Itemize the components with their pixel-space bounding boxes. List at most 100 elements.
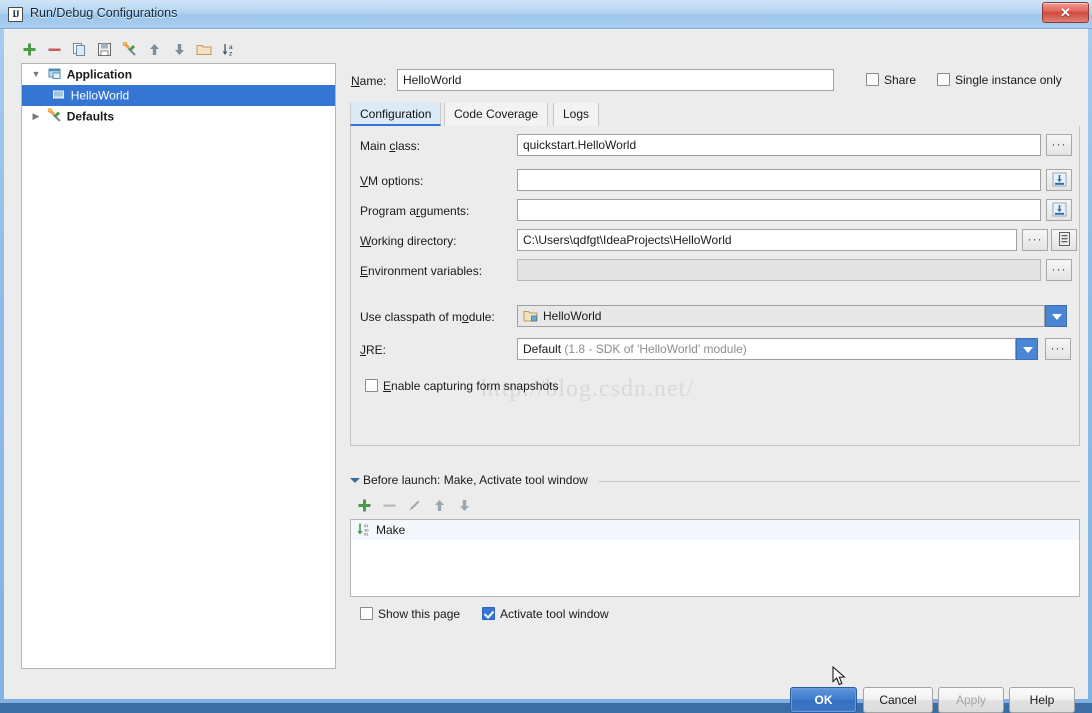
name-label: Name: xyxy=(351,74,386,88)
create-folder-button[interactable] xyxy=(193,39,215,63)
tab-label: Configuration xyxy=(360,107,431,121)
name-input[interactable] xyxy=(397,69,834,91)
form-snapshots-label: Enable capturing form snapshots xyxy=(383,379,558,393)
main-class-browse-button[interactable]: ··· xyxy=(1046,134,1072,156)
module-icon xyxy=(523,309,538,327)
classpath-module-combo[interactable]: HelloWorld xyxy=(517,305,1045,327)
environment-variables-label: Environment variables: xyxy=(360,264,482,278)
section-divider xyxy=(599,481,1080,482)
share-label: Share xyxy=(884,73,916,87)
task-move-down-button[interactable] xyxy=(452,495,476,517)
vm-options-input[interactable] xyxy=(517,169,1041,191)
move-up-button[interactable] xyxy=(143,39,165,63)
compile-make-icon: 01 10 01 xyxy=(356,523,372,543)
chevron-down-icon[interactable] xyxy=(350,478,360,483)
single-instance-label: Single instance only xyxy=(955,73,1062,87)
jre-browse-button[interactable]: ··· xyxy=(1045,338,1071,360)
classpath-module-value: HelloWorld xyxy=(543,309,601,323)
checkbox-box xyxy=(937,73,950,86)
main-class-input[interactable] xyxy=(517,134,1041,156)
configurations-tree[interactable]: ▼ Application xyxy=(21,63,336,669)
show-this-page-checkbox[interactable]: Show this page xyxy=(360,607,460,621)
working-directory-label: Working directory: xyxy=(360,234,456,248)
tab-bar: Configuration Code Coverage Logs xyxy=(350,103,1080,126)
share-checkbox[interactable]: Share xyxy=(866,73,916,87)
vm-options-label: VM options: xyxy=(360,174,423,188)
task-label: Make xyxy=(376,523,405,537)
before-launch-title: Before launch: Make, Activate tool windo… xyxy=(363,473,588,487)
before-launch-header[interactable]: Before launch: Make, Activate tool windo… xyxy=(350,473,1080,489)
form-snapshots-checkbox[interactable]: Enable capturing form snapshots xyxy=(365,379,558,393)
help-label: Help xyxy=(1010,688,1074,712)
remove-configuration-button[interactable] xyxy=(43,39,65,63)
tree-node-defaults[interactable]: ▶ Defaults xyxy=(22,106,335,127)
close-button[interactable]: ✕ xyxy=(1042,2,1089,23)
working-directory-input[interactable] xyxy=(517,229,1017,251)
chevron-down-icon[interactable]: ▼ xyxy=(28,64,44,85)
activate-tool-window-checkbox[interactable]: Activate tool window xyxy=(482,607,609,621)
tree-node-helloworld[interactable]: HelloWorld xyxy=(22,85,335,106)
single-instance-only-checkbox[interactable]: Single instance only xyxy=(937,73,1062,87)
jre-dropdown-button[interactable] xyxy=(1016,338,1038,360)
tab-logs[interactable]: Logs xyxy=(553,103,599,126)
program-arguments-label: Program arguments: xyxy=(360,204,469,218)
before-launch-task-list[interactable]: 01 10 01 Make xyxy=(350,519,1080,597)
ok-label: OK xyxy=(791,688,856,712)
jre-label: JRE: xyxy=(360,343,386,357)
checkbox-box-checked xyxy=(482,607,495,620)
before-launch-toolbar xyxy=(352,495,552,517)
program-arguments-input[interactable] xyxy=(517,199,1041,221)
task-row-make[interactable]: 01 10 01 Make xyxy=(351,520,1079,540)
dialog-button-bar: OK Cancel Apply Help xyxy=(4,655,1088,700)
tree-node-application[interactable]: ▼ Application xyxy=(22,64,335,85)
cancel-label: Cancel xyxy=(864,688,932,712)
close-icon: ✕ xyxy=(1043,3,1088,22)
vm-options-expand-button[interactable] xyxy=(1046,169,1072,191)
intellij-idea-icon: IJ xyxy=(8,7,23,22)
program-arguments-expand-button[interactable] xyxy=(1046,199,1072,221)
copy-configuration-button[interactable] xyxy=(68,39,90,63)
run-debug-configurations-window: IJ Run/Debug Configurations ✕ xyxy=(0,0,1092,703)
remove-task-button[interactable] xyxy=(377,495,401,517)
activate-tool-window-label: Activate tool window xyxy=(500,607,609,621)
configuration-tab-panel: http://blog.csdn.net/ Main class: ··· VM… xyxy=(350,126,1080,446)
dialog-client-area: a z ▼ Application xyxy=(4,29,1088,699)
window-title: Run/Debug Configurations xyxy=(30,6,177,20)
move-down-button[interactable] xyxy=(168,39,190,63)
ok-button[interactable]: OK xyxy=(790,687,857,713)
main-class-label: Main class: xyxy=(360,139,420,153)
working-directory-macro-button[interactable] xyxy=(1051,229,1077,251)
task-move-up-button[interactable] xyxy=(427,495,451,517)
tab-code-coverage[interactable]: Code Coverage xyxy=(444,103,548,126)
add-task-button[interactable] xyxy=(352,495,376,517)
configurations-toolbar: a z xyxy=(18,39,336,65)
working-directory-browse-button[interactable]: ··· xyxy=(1022,229,1048,251)
checkbox-box xyxy=(866,73,879,86)
tab-configuration[interactable]: Configuration xyxy=(350,103,441,126)
tab-label: Logs xyxy=(563,107,589,121)
classpath-module-label: Use classpath of module: xyxy=(360,310,495,324)
jre-value: Default xyxy=(523,342,561,356)
edit-task-button[interactable] xyxy=(402,495,426,517)
help-button[interactable]: Help xyxy=(1009,687,1075,713)
jre-combo[interactable]: Default (1.8 - SDK of 'HelloWorld' modul… xyxy=(517,338,1016,360)
jre-value-hint: (1.8 - SDK of 'HelloWorld' module) xyxy=(564,342,746,356)
apply-label: Apply xyxy=(939,688,1003,712)
tree-node-label: HelloWorld xyxy=(71,88,129,102)
cancel-button[interactable]: Cancel xyxy=(863,687,933,713)
tree-node-label: Application xyxy=(67,67,132,81)
environment-variables-input[interactable] xyxy=(517,259,1041,281)
save-configuration-button[interactable] xyxy=(93,39,115,63)
classpath-module-dropdown-button[interactable] xyxy=(1045,305,1067,327)
add-configuration-button[interactable] xyxy=(18,39,40,63)
tree-node-label: Defaults xyxy=(67,109,114,123)
show-this-page-label: Show this page xyxy=(378,607,460,621)
chevron-right-icon[interactable]: ▶ xyxy=(28,106,44,127)
edit-defaults-button[interactable] xyxy=(118,39,140,63)
apply-button[interactable]: Apply xyxy=(938,687,1004,713)
environment-variables-browse-button[interactable]: ··· xyxy=(1046,259,1072,281)
run-config-icon xyxy=(51,87,67,102)
tab-label: Code Coverage xyxy=(454,107,538,121)
checkbox-box xyxy=(365,379,378,392)
sort-button[interactable]: a z xyxy=(218,39,240,63)
